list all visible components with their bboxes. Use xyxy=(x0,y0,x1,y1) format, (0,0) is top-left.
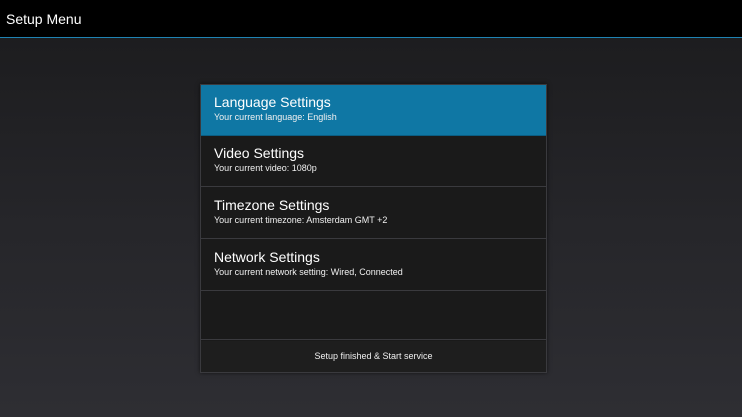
menu-item-subtitle: Your current network setting: Wired, Con… xyxy=(214,267,403,277)
menu-item-video-settings[interactable]: Video Settings Your current video: 1080p xyxy=(201,136,546,187)
menu-item-language-settings[interactable]: Language Settings Your current language:… xyxy=(201,85,546,136)
menu-item-label: Timezone Settings xyxy=(214,197,330,213)
setup-finished-button[interactable]: Setup finished & Start service xyxy=(201,341,546,372)
menu-item-label: Language Settings xyxy=(214,94,331,110)
menu-item-label: Network Settings xyxy=(214,249,320,265)
title-bar: Setup Menu xyxy=(0,0,742,38)
setup-screen: Setup Menu Language Settings Your curren… xyxy=(0,0,742,417)
menu-item-subtitle: Your current video: 1080p xyxy=(214,163,317,173)
setup-menu: Language Settings Your current language:… xyxy=(200,84,547,373)
menu-item-label: Video Settings xyxy=(214,145,305,161)
menu-item-network-settings[interactable]: Network Settings Your current network se… xyxy=(201,240,546,291)
menu-item-timezone-settings[interactable]: Timezone Settings Your current timezone:… xyxy=(201,188,546,239)
menu-item-subtitle: Your current timezone: Amsterdam GMT +2 xyxy=(214,215,388,225)
menu-empty-row xyxy=(201,291,546,340)
page-title: Setup Menu xyxy=(6,11,82,27)
menu-item-subtitle: Your current language: English xyxy=(214,112,337,122)
